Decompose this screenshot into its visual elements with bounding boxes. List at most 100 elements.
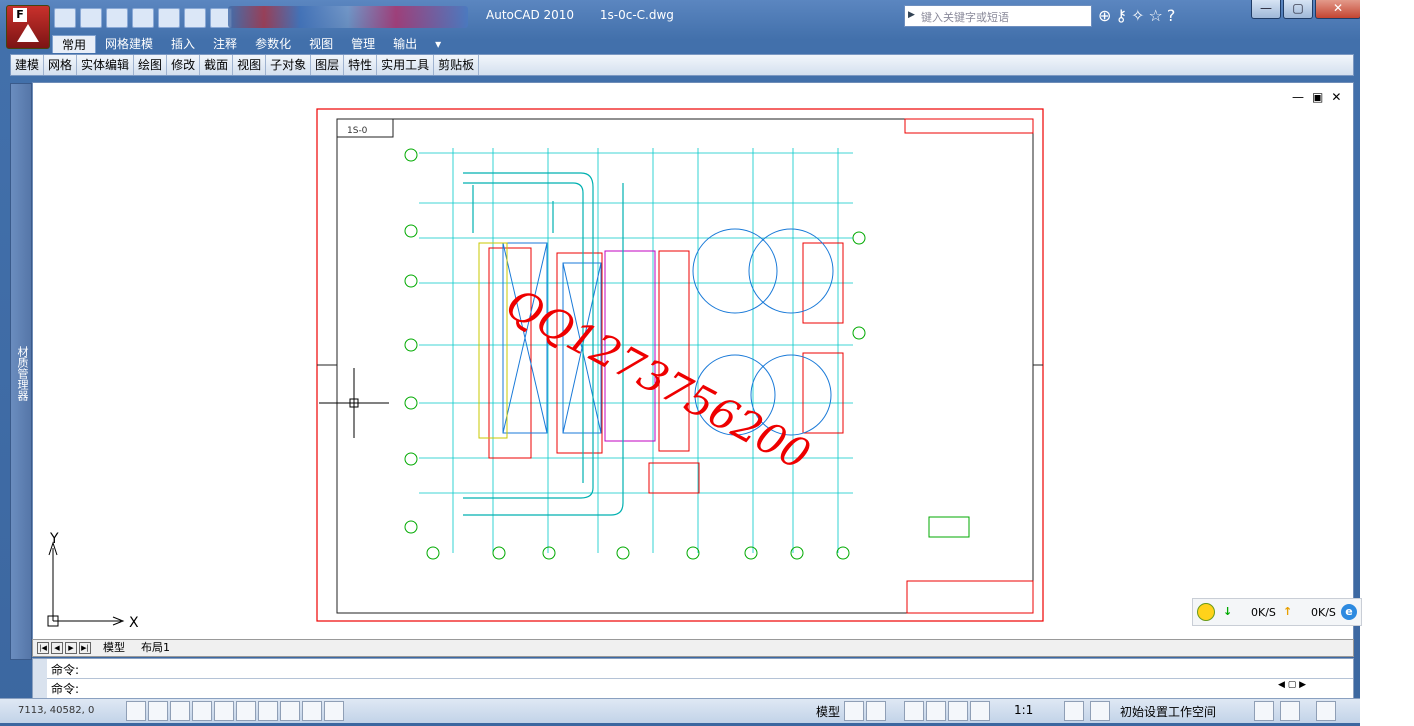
monitor-icon [1197, 603, 1215, 621]
lineweight-button[interactable] [302, 701, 322, 721]
panel-view[interactable]: 视图 [233, 55, 267, 75]
tab-output[interactable]: 输出 [384, 35, 426, 53]
minimize-button[interactable]: — [1251, 0, 1281, 19]
tab-annotate[interactable]: 注释 [204, 35, 246, 53]
dynamic-input-button[interactable] [280, 701, 300, 721]
drawing-svg: 1S-0 QQ1273756200 Y X [47, 108, 1044, 631]
tab-parametric[interactable]: 参数化 [246, 35, 300, 53]
binoculars-icon[interactable]: ⊕ [1098, 6, 1111, 25]
panel-layers[interactable]: 图层 [311, 55, 345, 75]
viewport-restore-icon[interactable]: ▣ [1312, 90, 1323, 104]
browser-icon[interactable]: e [1341, 604, 1357, 620]
panel-clipboard[interactable]: 剪贴板 [434, 55, 480, 75]
tab-layout1[interactable]: 布局1 [137, 640, 174, 656]
materials-palette[interactable]: 材质管理器 [10, 83, 32, 660]
drawing-canvas[interactable]: 1S-0 QQ1273756200 Y X [32, 82, 1354, 641]
command-grip[interactable] [33, 659, 47, 699]
save-icon[interactable] [106, 8, 128, 28]
tab-mesh[interactable]: 网格建模 [96, 35, 162, 53]
coordinates-readout[interactable]: 7113, 40582, 0 [18, 705, 94, 716]
help-icon[interactable]: ? [1167, 6, 1176, 25]
ortho-mode-button[interactable] [170, 701, 190, 721]
window-title: AutoCAD 2010 1s-0c-C.dwg [486, 8, 696, 22]
panel-solid-edit[interactable]: 实体编辑 [77, 55, 135, 75]
panel-modeling[interactable]: 建模 [11, 55, 45, 75]
quick-properties-button[interactable] [324, 701, 344, 721]
model-space-label[interactable]: 模型 [816, 703, 840, 720]
prev-tab-icon[interactable]: ◀ [51, 642, 63, 654]
tab-view[interactable]: 视图 [300, 35, 342, 53]
title-block [906, 580, 1034, 614]
ribbon-dropdown-icon[interactable]: ▾ [426, 35, 450, 53]
new-icon[interactable] [54, 8, 76, 28]
open-icon[interactable] [80, 8, 102, 28]
first-tab-icon[interactable]: |◀ [37, 642, 49, 654]
showmotion-icon[interactable] [970, 701, 990, 721]
viewport-close-icon[interactable]: ✕ [1331, 90, 1341, 104]
watermark-text: QQ1273756200 [498, 279, 818, 480]
pan-icon[interactable] [904, 701, 924, 721]
ucs-y-label: Y [49, 531, 59, 547]
viewport-minimize-icon[interactable]: — [1292, 90, 1304, 104]
upload-speed: 0K/S [1311, 606, 1336, 619]
last-tab-icon[interactable]: ▶| [79, 642, 91, 654]
search-input[interactable]: ▶ 键入关键字或短语 [904, 5, 1092, 27]
quick-access-toolbar [54, 6, 232, 30]
zoom-icon[interactable] [926, 701, 946, 721]
workspace-switch[interactable]: 初始设置工作空间 [1120, 703, 1216, 720]
panel-properties[interactable]: 特性 [344, 55, 378, 75]
help-toolbar: ⊕ ⚷ ✧ ☆ ? [1098, 6, 1175, 25]
blurred-region [228, 6, 468, 28]
restore-button[interactable]: ▢ [1283, 0, 1313, 19]
title-tag: 1S-0 [347, 126, 368, 136]
ribbon-panels: 建模 网格 实体编辑 绘图 修改 截面 视图 子对象 图层 特性 实用工具 剪贴… [10, 54, 1354, 76]
object-snap-button[interactable] [214, 701, 234, 721]
upload-arrow-icon: ↑ [1283, 605, 1293, 618]
redo-icon[interactable] [158, 8, 180, 28]
network-monitor[interactable]: ↓ 0K/S ↑ 0K/S e [1192, 598, 1362, 626]
command-window[interactable]: 命令: 命令: ◀ ▢ ▶ [32, 658, 1354, 700]
satellite-icon[interactable]: ✧ [1131, 6, 1144, 25]
command-scrollbar[interactable]: ◀ ▢ ▶ [1278, 680, 1348, 694]
panel-modify[interactable]: 修改 [167, 55, 201, 75]
panel-section[interactable]: 截面 [200, 55, 234, 75]
clean-screen-icon[interactable] [1316, 701, 1336, 721]
tab-insert[interactable]: 插入 [162, 35, 204, 53]
tab-manage[interactable]: 管理 [342, 35, 384, 53]
search-placeholder: 键入关键字或短语 [921, 11, 1009, 24]
panel-utilities[interactable]: 实用工具 [377, 55, 435, 75]
viewport-controls: — ▣ ✕ [1292, 90, 1341, 104]
plot-icon[interactable] [184, 8, 206, 28]
polar-tracking-button[interactable] [192, 701, 212, 721]
autocad-logo-icon [17, 24, 39, 42]
grid-display-button[interactable] [148, 701, 168, 721]
next-tab-icon[interactable]: ▶ [65, 642, 77, 654]
auto-scale-icon[interactable] [1090, 701, 1110, 721]
panel-subobject[interactable]: 子对象 [266, 55, 312, 75]
close-button[interactable]: ✕ [1315, 0, 1361, 19]
undo-icon[interactable] [132, 8, 154, 28]
annotation-visibility-icon[interactable] [1064, 701, 1084, 721]
desktop-background [1360, 0, 1414, 726]
key-icon[interactable]: ⚷ [1115, 6, 1127, 25]
steering-wheel-icon[interactable] [948, 701, 968, 721]
dynamic-ucs-button[interactable] [258, 701, 278, 721]
title-bar: F AutoCAD 2010 1s-0c-C.dwg ▶ 键入关键字或短语 ⊕ … [0, 0, 1361, 49]
annotation-scale[interactable]: 1:1 [1014, 703, 1033, 717]
layout-view-button[interactable] [844, 701, 864, 721]
lock-icon[interactable] [1254, 701, 1274, 721]
snap-mode-button[interactable] [126, 701, 146, 721]
panel-draw[interactable]: 绘图 [134, 55, 168, 75]
panel-mesh[interactable]: 网格 [44, 55, 78, 75]
hardware-accel-icon[interactable] [1280, 701, 1300, 721]
app-name: AutoCAD 2010 [486, 8, 575, 22]
star-icon[interactable]: ☆ [1149, 6, 1163, 25]
tab-home[interactable]: 常用 [52, 35, 97, 53]
status-bar: 7113, 40582, 0 模型 1:1 初始设置工作空间 [0, 698, 1360, 723]
command-input[interactable]: 命令: [51, 680, 79, 697]
layout-view2-button[interactable] [866, 701, 886, 721]
application-menu-button[interactable]: F [6, 5, 50, 49]
snap-tracking-button[interactable] [236, 701, 256, 721]
tab-model[interactable]: 模型 [99, 640, 129, 656]
crosshair-cursor [319, 368, 389, 438]
